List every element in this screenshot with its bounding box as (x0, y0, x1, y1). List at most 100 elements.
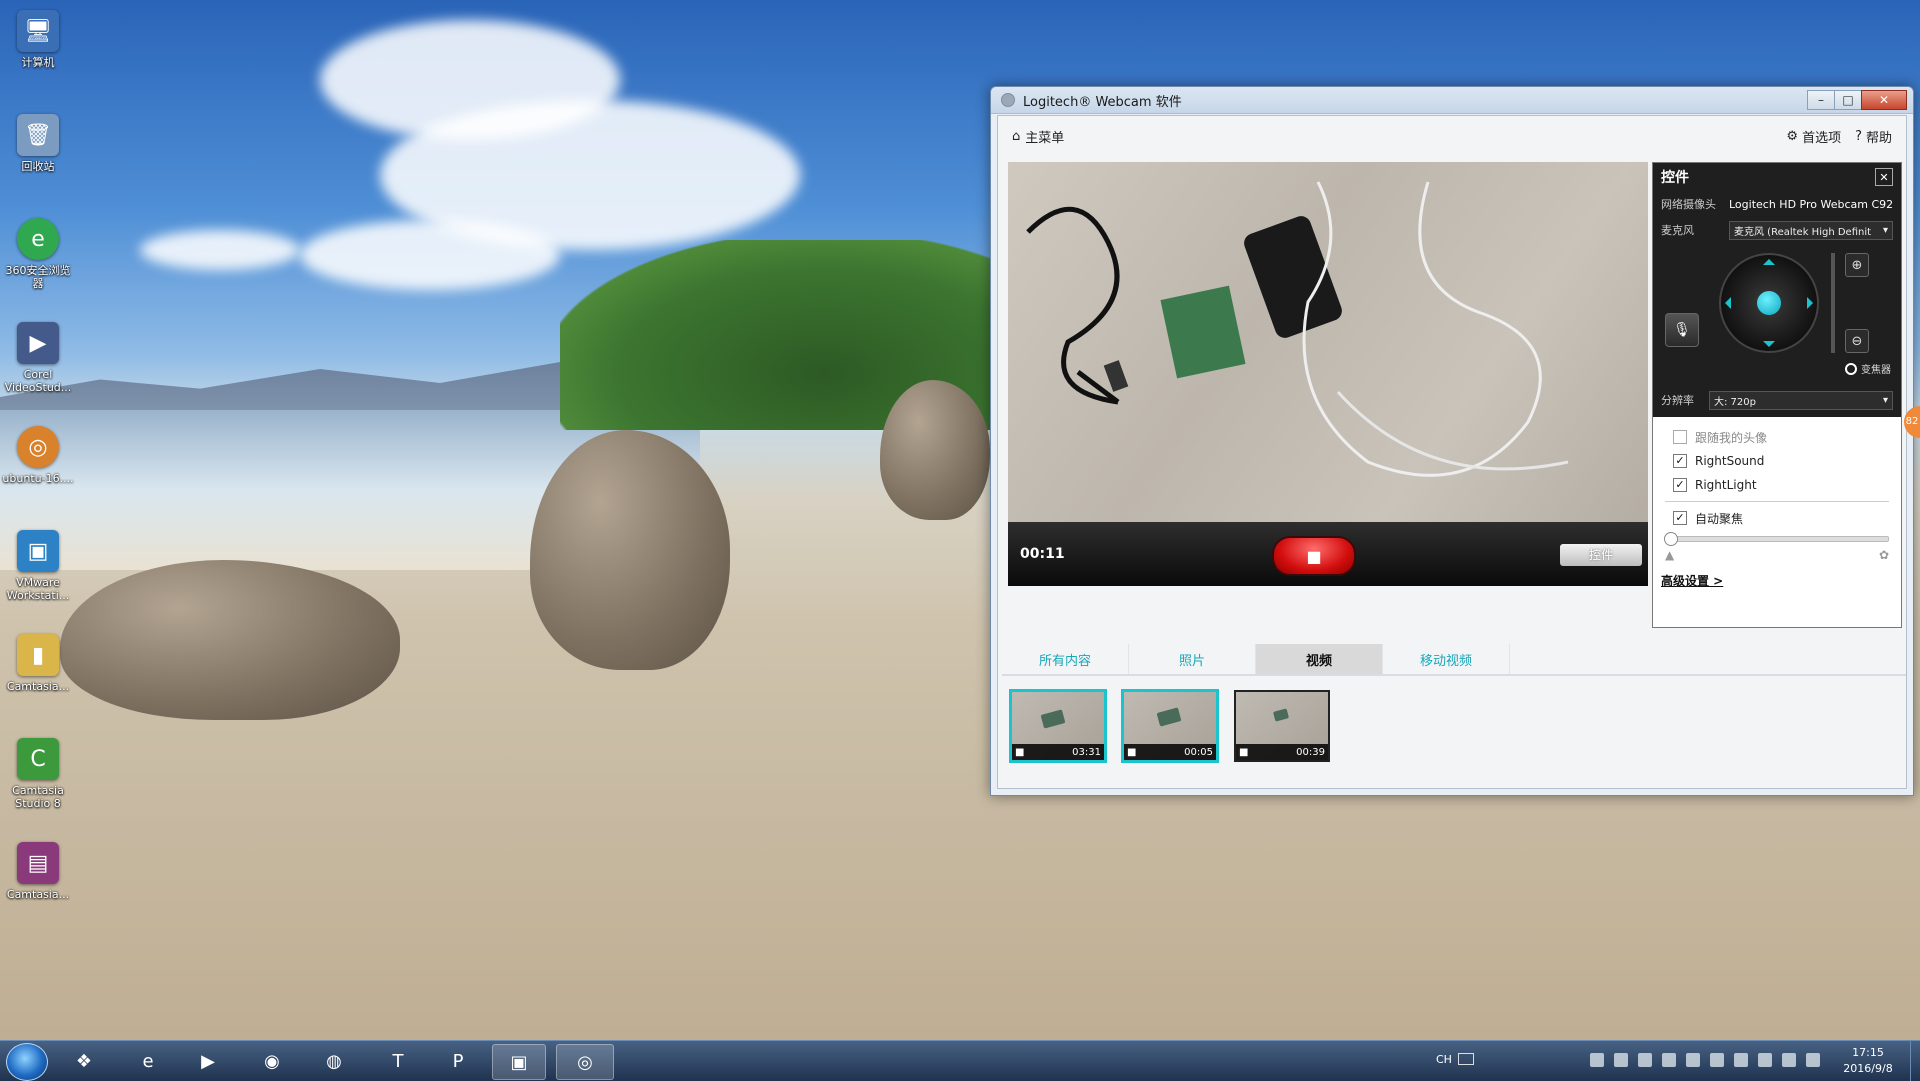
zoom-in-button[interactable]: ⊕ (1845, 253, 1869, 277)
computer-icon: 🖥 (17, 10, 59, 52)
video-duration: 00:39 (1296, 746, 1325, 758)
arrow-down-icon[interactable] (1763, 341, 1775, 347)
close-button[interactable]: ✕ (1861, 90, 1907, 110)
zoom-out-icon: ⊖ (1851, 333, 1863, 349)
resolution-select[interactable]: 大: 720p ▾ (1709, 390, 1893, 410)
preferences-button[interactable]: ⚙ 首选项 (1786, 127, 1841, 146)
zoom-out-button[interactable]: ⊖ (1845, 329, 1869, 353)
pdf-icon[interactable]: P (432, 1044, 484, 1078)
video-thumbnail[interactable]: ■ 03:31 (1010, 690, 1106, 762)
shield-icon[interactable] (1710, 1053, 1724, 1067)
tray-app-icon[interactable] (1662, 1053, 1676, 1067)
microphone-select[interactable]: 麦克风 (Realtek High Definit ▾ (1729, 220, 1893, 240)
controls-panel-options: 跟随我的头像 ✓ RightSound ✓ RightLight ✓ 自动聚焦 (1653, 417, 1901, 589)
desktop-icon-camtasia-folder[interactable]: ▮ Camtasia... (2, 634, 74, 693)
volume-icon[interactable] (1806, 1053, 1820, 1067)
firefox-icon[interactable]: ◍ (308, 1044, 360, 1078)
show-desktop-button[interactable] (1910, 1041, 1920, 1081)
media-player-icon[interactable]: ▶ (182, 1044, 234, 1078)
flower-icon: ✿ (1878, 548, 1889, 562)
video-duration: 03:31 (1072, 746, 1101, 758)
main-menu-label: 主菜单 (1025, 130, 1065, 146)
system-clock[interactable]: 17:15 2016/9/8 (1838, 1045, 1898, 1077)
rightlight-label: RightLight (1695, 478, 1757, 492)
tray-app-icon[interactable] (1590, 1053, 1604, 1067)
focus-slider-knob[interactable] (1664, 532, 1678, 546)
desktop-icon-recycle-bin[interactable]: 🗑 回收站 (2, 114, 74, 173)
desktop-icon-vmware[interactable]: ▣ VMware Workstati... (2, 530, 74, 602)
internet-explorer-icon[interactable]: e (122, 1044, 174, 1078)
desktop-icon-winrar[interactable]: ▤ Camtasia... (2, 842, 74, 901)
mountain-near-icon: ▲ (1665, 548, 1675, 562)
rock (530, 430, 730, 670)
webcam-name: Logitech HD Pro Webcam C920 (1729, 197, 1893, 211)
arrow-right-icon[interactable] (1807, 297, 1813, 309)
camtasia-icon: C (17, 738, 59, 780)
desktop-icon-camtasia-studio[interactable]: C Camtasia Studio 8 (2, 738, 74, 810)
maximize-button[interactable]: □ (1834, 90, 1862, 110)
help-icon: ? (1855, 128, 1862, 144)
tray-app-icon[interactable] (1686, 1053, 1700, 1067)
tab-videos[interactable]: 视频 (1256, 644, 1383, 674)
tray-app-icon[interactable] (1734, 1053, 1748, 1067)
main-menu-button[interactable]: ⌂ 主菜单 (1012, 127, 1064, 146)
resolution-row: 分辨率 大: 720p ▾ (1653, 387, 1901, 413)
clock-time: 17:15 (1852, 1046, 1884, 1059)
tab-photos[interactable]: 照片 (1129, 644, 1256, 674)
gallery-tabs: 所有内容 照片 视频 移动视频 (1002, 644, 1906, 676)
window-client: ⌂ 主菜单 ⚙ 首选项 ? 帮助 00:11 ■ 控件 控件 ✕ 网络摄像头 L… (997, 115, 1907, 789)
focus-slider[interactable] (1664, 532, 1889, 546)
recording-timer: 00:11 (1020, 546, 1065, 562)
tab-all[interactable]: 所有内容 (1002, 644, 1129, 674)
autofocus-checkbox[interactable]: ✓ 自动聚焦 (1653, 506, 1901, 530)
camera-feed[interactable] (1008, 162, 1648, 522)
thumbnail-image (1156, 707, 1182, 727)
zoom-radio[interactable]: 变焦器 (1845, 361, 1891, 376)
mic-button[interactable]: 🎙 (1665, 313, 1699, 347)
start-button[interactable] (6, 1043, 48, 1081)
rightlight-checkbox[interactable]: ✓ RightLight (1653, 473, 1901, 497)
folder-icon: ▮ (17, 634, 59, 676)
zoom-slider[interactable] (1831, 253, 1835, 353)
desktop-icon-corel[interactable]: ▶ Corel VideoStud... (2, 322, 74, 394)
ubuntu-iso-icon: ◎ (17, 426, 59, 468)
video-thumbnail[interactable]: ■ 00:05 (1122, 690, 1218, 762)
controls-button[interactable]: 控件 (1560, 544, 1642, 566)
tab-mobile-videos[interactable]: 移动视频 (1383, 644, 1510, 674)
browser-360-icon[interactable]: ◉ (246, 1044, 298, 1078)
advanced-settings-link[interactable]: 高级设置 > (1661, 572, 1893, 589)
follow-face-checkbox[interactable]: 跟随我的头像 (1653, 425, 1901, 449)
network-icon[interactable] (1782, 1053, 1796, 1067)
help-button[interactable]: ? 帮助 (1855, 127, 1892, 146)
title-bar[interactable]: Logitech® Webcam 软件 – □ ✕ (991, 87, 1913, 114)
help-label: 帮助 (1865, 130, 1892, 146)
desktop-icon-ubuntu[interactable]: ◎ ubuntu-16.... (2, 426, 74, 485)
tray-app-icon[interactable] (1638, 1053, 1652, 1067)
tray-app-icon[interactable] (1614, 1053, 1628, 1067)
zoom-in-icon: ⊕ (1851, 257, 1863, 273)
texstudio-icon[interactable]: T (372, 1044, 424, 1078)
record-button[interactable]: ■ (1272, 536, 1356, 576)
media-center-icon[interactable]: ❖ (58, 1044, 110, 1078)
vmware-icon[interactable]: ▣ (492, 1044, 546, 1080)
minimize-button[interactable]: – (1807, 90, 1835, 110)
flag-icon[interactable] (1758, 1053, 1772, 1067)
joystick-center[interactable] (1757, 291, 1781, 315)
preferences-label: 首选项 (1802, 130, 1842, 146)
webcam-icon[interactable]: ◎ (556, 1044, 614, 1080)
keyboard-icon[interactable] (1458, 1053, 1474, 1065)
rightsound-checkbox[interactable]: ✓ RightSound (1653, 449, 1901, 473)
controls-panel-title: 控件 (1661, 170, 1689, 186)
video-thumbnail[interactable]: ■ 00:39 (1234, 690, 1330, 762)
controls-panel: 控件 ✕ 网络摄像头 Logitech HD Pro Webcam C920 麦… (1652, 162, 1902, 628)
input-language[interactable]: CH (1436, 1053, 1452, 1066)
autofocus-label: 自动聚焦 (1695, 511, 1744, 526)
arrow-up-icon[interactable] (1763, 259, 1775, 265)
close-icon[interactable]: ✕ (1875, 168, 1893, 186)
video-preview: 00:11 ■ 控件 (1008, 162, 1648, 586)
checkbox-checked-icon: ✓ (1673, 478, 1687, 492)
arrow-left-icon[interactable] (1725, 297, 1731, 309)
desktop-icon-360-browser[interactable]: e 360安全浏览器 (2, 218, 74, 290)
desktop-icon-computer[interactable]: 🖥 计算机 (2, 10, 74, 69)
pan-tilt-joystick[interactable] (1719, 253, 1819, 353)
